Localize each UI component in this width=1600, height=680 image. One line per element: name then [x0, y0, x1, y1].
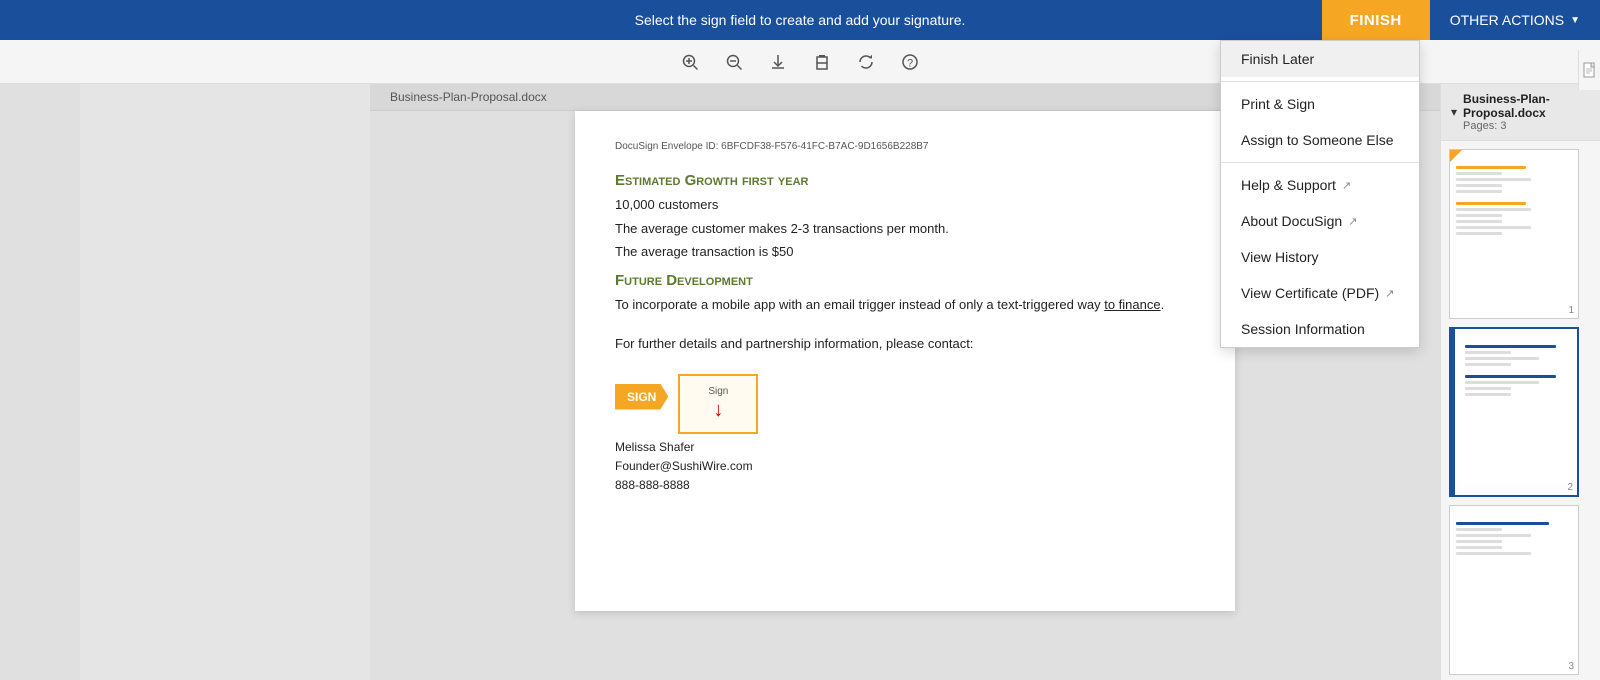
thumb-img-1: 1 [1449, 149, 1579, 319]
thumb-img-2: 2 [1449, 327, 1579, 497]
document-filename: Business-Plan-Proposal.docx [390, 90, 547, 104]
dropdown-assign-someone[interactable]: Assign to Someone Else [1221, 122, 1419, 158]
collapse-sidebar-button[interactable] [1578, 50, 1600, 90]
other-actions-button[interactable]: OTHER ACTIONS ▼ [1430, 0, 1600, 40]
dropdown-separator-1 [1221, 81, 1419, 82]
envelope-id: DocuSign Envelope ID: 6BFCDF38-F576-41FC… [615, 141, 1195, 152]
heading-future: Future Development [615, 272, 1195, 289]
top-notification-bar: Select the sign field to create and add … [0, 0, 1600, 40]
dropdown-session-info[interactable]: Session Information [1221, 311, 1419, 347]
print-icon[interactable] [808, 48, 836, 76]
dropdown-help-support[interactable]: Help & Support ↗ [1221, 167, 1419, 203]
left-panel [0, 84, 370, 680]
document-page: DocuSign Envelope ID: 6BFCDF38-F576-41FC… [575, 111, 1235, 611]
external-link-icon: ↗ [1342, 179, 1351, 192]
contact-info: Melissa Shafer Founder@SushiWire.com 888… [615, 438, 1195, 496]
sidebar-pages: Pages: 3 [1463, 120, 1590, 132]
contact-email: Founder@SushiWire.com [615, 457, 1195, 476]
contact-intro: For further details and partnership info… [615, 334, 1195, 354]
sign-area: SIGN Sign ↓ [615, 374, 1195, 434]
dropdown-arrow-icon: ▼ [1570, 15, 1580, 26]
sidebar-thumbnails: 1 2 [1441, 141, 1600, 680]
right-sidebar: ▾ Business-Plan-Proposal.docx Pages: 3 [1440, 84, 1600, 680]
dropdown-print-sign[interactable]: Print & Sign [1221, 86, 1419, 122]
other-actions-dropdown: Finish Later Print & Sign Assign to Some… [1220, 40, 1420, 348]
contact-name: Melissa Shafer [615, 438, 1195, 457]
sign-arrow-button[interactable]: SIGN [615, 384, 668, 410]
dropdown-view-history[interactable]: View History [1221, 239, 1419, 275]
finish-button[interactable]: FINISH [1322, 0, 1430, 40]
help-icon[interactable]: ? [896, 48, 924, 76]
thumbnail-page-3[interactable]: 3 [1449, 505, 1592, 675]
growth-transactions: The average customer makes 2-3 transacti… [615, 219, 1195, 239]
sidebar-filename: Business-Plan-Proposal.docx [1463, 92, 1590, 120]
sidebar-chevron-icon: ▾ [1451, 105, 1457, 119]
svg-text:?: ? [907, 57, 913, 69]
external-link-icon-3: ↗ [1385, 287, 1394, 300]
sign-field[interactable]: Sign ↓ [678, 374, 758, 434]
future-dev-text: To incorporate a mobile app with an emai… [615, 295, 1195, 315]
external-link-icon-2: ↗ [1348, 215, 1357, 228]
growth-customers: 10,000 customers [615, 195, 1195, 215]
dropdown-view-certificate[interactable]: View Certificate (PDF) ↗ [1221, 275, 1419, 311]
sign-box-label: Sign [708, 386, 728, 397]
zoom-in-icon[interactable] [676, 48, 704, 76]
thumbnail-page-1[interactable]: 1 [1449, 149, 1592, 319]
download-icon[interactable] [764, 48, 792, 76]
growth-transaction-value: The average transaction is $50 [615, 242, 1195, 262]
notification-message: Select the sign field to create and add … [635, 12, 966, 28]
heading-growth: Estimated Growth first year [615, 172, 1195, 189]
contact-phone: 888-888-8888 [615, 476, 1195, 495]
page-corner-fold-1 [1450, 150, 1462, 162]
dropdown-about-docusign[interactable]: About DocuSign ↗ [1221, 203, 1419, 239]
sidebar-header: ▾ Business-Plan-Proposal.docx Pages: 3 [1441, 84, 1600, 141]
zoom-out-icon[interactable] [720, 48, 748, 76]
dropdown-separator-2 [1221, 162, 1419, 163]
refresh-icon[interactable] [852, 48, 880, 76]
sign-box-down-arrow-icon: ↓ [713, 399, 723, 422]
thumb-img-3: 3 [1449, 505, 1579, 675]
dropdown-finish-later[interactable]: Finish Later [1221, 41, 1419, 77]
top-action-buttons: FINISH OTHER ACTIONS ▼ [1322, 0, 1600, 40]
thumbnail-page-2[interactable]: 2 [1449, 327, 1592, 497]
